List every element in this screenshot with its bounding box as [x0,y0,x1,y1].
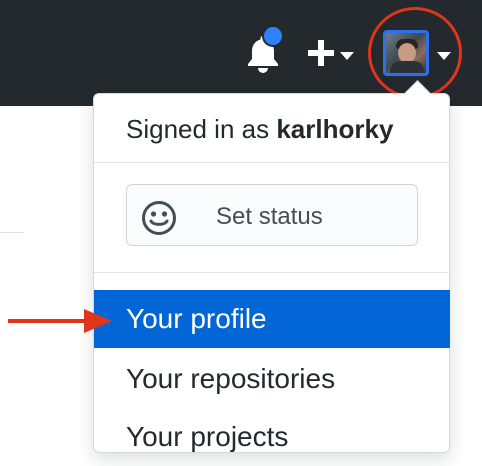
divider [94,162,449,163]
divider [94,272,449,273]
pointer-arrow-annotation [8,309,112,333]
smiley-icon [142,201,176,235]
signed-in-prefix: Signed in as [126,114,270,144]
notification-indicator-icon [262,25,284,47]
divider [0,232,24,233]
username: karlhorky [276,114,394,144]
plus-icon[interactable] [306,38,336,68]
signed-in-header: Signed in as karlhorky [126,114,393,145]
set-status-label: Set status [216,203,323,230]
menu-item-your-projects[interactable]: Your projects [94,408,450,466]
chevron-down-icon[interactable] [340,52,354,60]
menu-item-your-profile[interactable]: Your profile [94,290,450,348]
menu-item-your-repositories[interactable]: Your repositories [94,350,450,408]
